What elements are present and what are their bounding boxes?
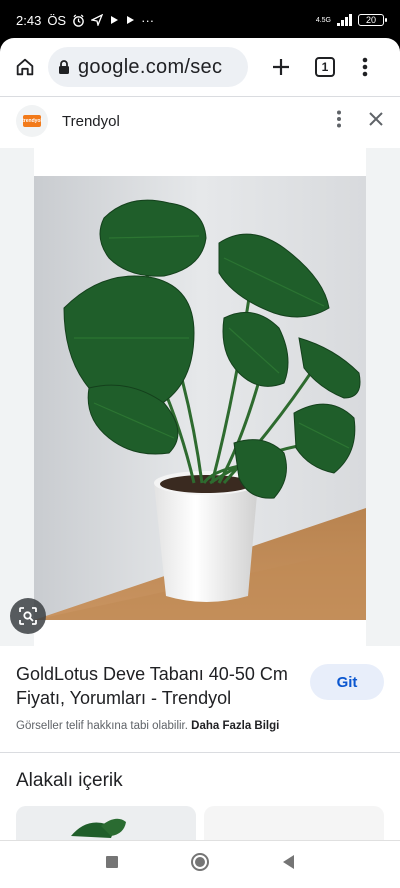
alarm-icon bbox=[72, 14, 85, 27]
more-vert-icon bbox=[362, 57, 368, 77]
tabs-icon: 1 bbox=[315, 57, 335, 77]
more-vert-icon bbox=[337, 110, 341, 127]
browser-toolbar: google.com/sec 1 bbox=[0, 38, 400, 96]
play-icon bbox=[125, 15, 135, 25]
source-name[interactable]: Trendyol bbox=[62, 113, 120, 130]
more-notifications-icon: ··· bbox=[141, 12, 155, 28]
status-bar: 2:43 ÖS ··· 4.5G 20 bbox=[0, 0, 400, 40]
result-title[interactable]: GoldLotus Deve Tabanı 40-50 Cm Fiyatı, Y… bbox=[16, 662, 296, 710]
address-bar[interactable]: google.com/sec bbox=[48, 47, 248, 87]
trendyol-logo-icon: trendyol bbox=[22, 115, 42, 127]
carrier-label: ÖS bbox=[47, 12, 67, 28]
back-button[interactable] bbox=[281, 854, 295, 875]
play-icon bbox=[109, 15, 119, 25]
source-favicon: trendyol bbox=[16, 105, 48, 137]
lock-icon bbox=[59, 60, 69, 74]
signal-icon bbox=[337, 14, 352, 26]
source-menu-button[interactable] bbox=[336, 110, 342, 133]
source-bar: trendyol Trendyol bbox=[0, 96, 400, 146]
lens-search-button[interactable] bbox=[10, 598, 46, 634]
system-nav-bar bbox=[0, 840, 400, 888]
recents-button[interactable] bbox=[105, 855, 119, 874]
recents-icon bbox=[106, 856, 119, 868]
home-circle-icon bbox=[190, 853, 209, 871]
related-content-heading: Alakalı içerik bbox=[16, 770, 123, 791]
copyright-notice: Görseller telif hakkına tabi olabilir. D… bbox=[16, 720, 279, 732]
menu-button[interactable] bbox=[350, 52, 380, 82]
visit-button[interactable]: Git bbox=[310, 664, 384, 700]
home-icon bbox=[16, 58, 34, 76]
location-icon bbox=[91, 14, 104, 26]
battery-level: 20 bbox=[365, 15, 376, 25]
product-image[interactable] bbox=[34, 148, 366, 646]
browser-sheet: google.com/sec 1 trendyol Trendyol GoldL… bbox=[0, 38, 400, 840]
copyright-text: Görseller telif hakkına tabi olabilir. bbox=[16, 720, 188, 732]
url-text: google.com/sec bbox=[78, 55, 223, 78]
back-icon bbox=[282, 855, 294, 869]
image-preview-area bbox=[0, 148, 400, 646]
close-button[interactable] bbox=[368, 111, 384, 132]
section-divider bbox=[0, 752, 400, 753]
tab-switcher-button[interactable]: 1 bbox=[310, 52, 340, 82]
related-card[interactable] bbox=[204, 806, 384, 840]
network-type: 4.5G bbox=[315, 16, 331, 24]
lens-icon bbox=[19, 607, 37, 625]
new-tab-button[interactable] bbox=[266, 52, 296, 82]
plus-icon bbox=[273, 59, 289, 75]
close-icon bbox=[369, 111, 383, 126]
home-nav-button[interactable] bbox=[190, 852, 210, 877]
related-card[interactable] bbox=[16, 806, 196, 840]
home-button[interactable] bbox=[10, 52, 40, 82]
battery-icon: 20 bbox=[358, 14, 387, 26]
learn-more-link[interactable]: Daha Fazla Bilgi bbox=[191, 720, 279, 732]
status-time: 2:43 bbox=[16, 12, 42, 28]
